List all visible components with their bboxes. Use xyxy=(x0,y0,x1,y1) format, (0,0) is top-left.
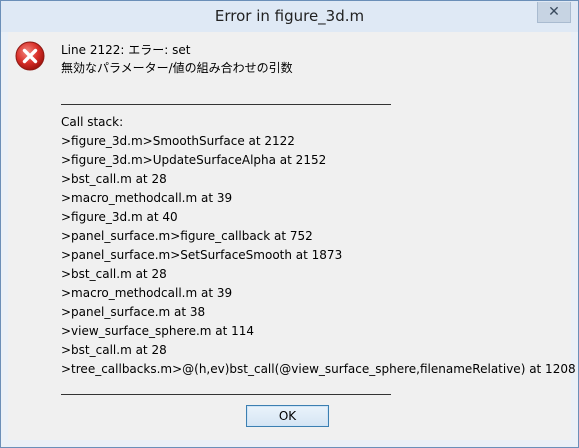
error-dialog: Error in figure_3d.m ✕ Line 2122: エラー: s… xyxy=(0,0,579,448)
call-stack-entry: >panel_surface.m>figure_callback at 752 xyxy=(61,229,313,243)
call-stack-entry: >bst_call.m at 28 xyxy=(61,267,167,281)
call-stack-entry: >tree_callbacks.m>@(h,ev)bst_call(@view_… xyxy=(61,362,576,376)
close-icon: ✕ xyxy=(548,4,560,20)
call-stack-entry: >figure_3d.m>SmoothSurface at 2122 xyxy=(61,134,295,148)
call-stack-entry: >panel_surface.m>SetSurfaceSmooth at 187… xyxy=(61,248,343,262)
separator-bottom xyxy=(61,394,391,395)
error-message-line-2: 無効なパラメーター/値の組み合わせの引数 xyxy=(61,61,293,75)
call-stack: Call stack: >figure_3d.m>SmoothSurface a… xyxy=(61,113,576,379)
call-stack-entry: >macro_methodcall.m at 39 xyxy=(61,191,233,205)
error-message: Line 2122: エラー: set 無効なパラメーター/値の組み合わせの引数 xyxy=(61,41,293,77)
call-stack-entry: >macro_methodcall.m at 39 xyxy=(61,286,233,300)
dialog-title: Error in figure_3d.m xyxy=(214,7,365,25)
title-bar[interactable]: Error in figure_3d.m ✕ xyxy=(1,1,578,32)
call-stack-entry: >bst_call.m at 28 xyxy=(61,343,167,357)
call-stack-entry: >figure_3d.m at 40 xyxy=(61,210,178,224)
error-x-icon xyxy=(15,41,45,71)
ok-button[interactable]: OK xyxy=(246,405,329,427)
call-stack-heading: Call stack: xyxy=(61,115,124,129)
call-stack-entry: >view_surface_sphere.m at 114 xyxy=(61,324,255,338)
call-stack-entry: >bst_call.m at 28 xyxy=(61,172,167,186)
call-stack-entry: >panel_surface.m at 38 xyxy=(61,305,206,319)
close-button[interactable]: ✕ xyxy=(537,2,571,23)
separator-top xyxy=(61,104,391,105)
call-stack-entry: >figure_3d.m>UpdateSurfaceAlpha at 2152 xyxy=(61,153,327,167)
error-message-line-1: Line 2122: エラー: set xyxy=(61,43,191,57)
dialog-body: Line 2122: エラー: set 無効なパラメーター/値の組み合わせの引数… xyxy=(8,32,576,440)
